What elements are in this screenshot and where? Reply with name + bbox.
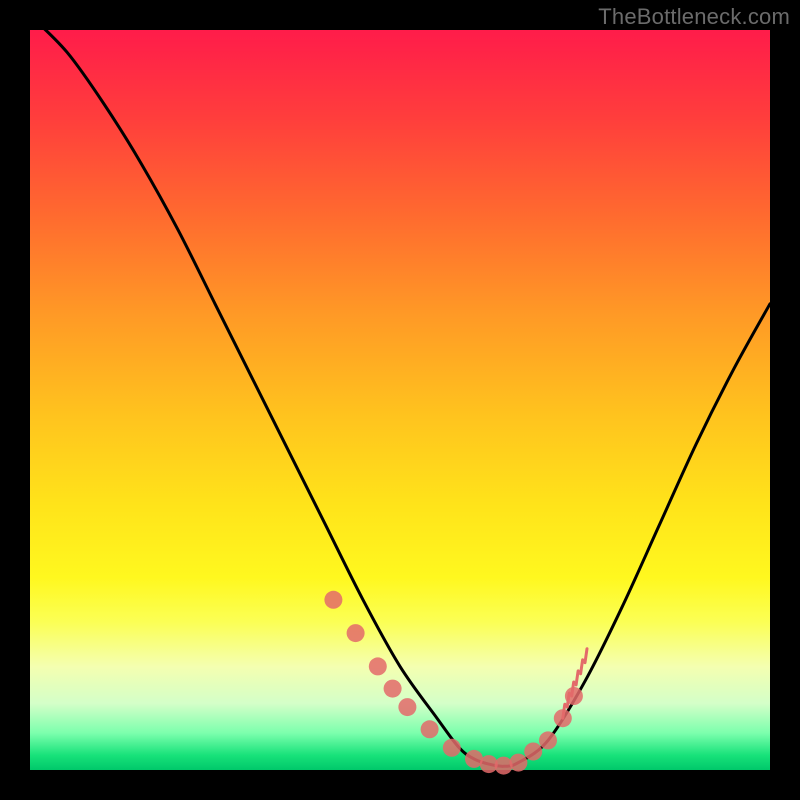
chart-svg	[30, 30, 770, 770]
marker-dot	[443, 739, 461, 757]
marker-dot	[384, 680, 402, 698]
marker-dot	[421, 720, 439, 738]
marker-dot	[347, 624, 365, 642]
bottleneck-curve	[30, 15, 770, 766]
marker-dot	[565, 687, 583, 705]
marker-dot	[509, 754, 527, 772]
marker-dot	[539, 731, 557, 749]
marker-dot	[554, 709, 572, 727]
plot-area	[30, 30, 770, 770]
marker-dot	[398, 698, 416, 716]
marker-dot	[524, 743, 542, 761]
tick-mark	[585, 649, 587, 663]
tick-mark	[576, 671, 578, 685]
marker-dot	[324, 591, 342, 609]
chart-frame: TheBottleneck.com	[0, 0, 800, 800]
curve-markers	[324, 591, 583, 775]
watermark-text: TheBottleneck.com	[598, 4, 790, 30]
tick-mark	[581, 660, 583, 674]
marker-dot	[495, 757, 513, 775]
marker-dot	[369, 657, 387, 675]
